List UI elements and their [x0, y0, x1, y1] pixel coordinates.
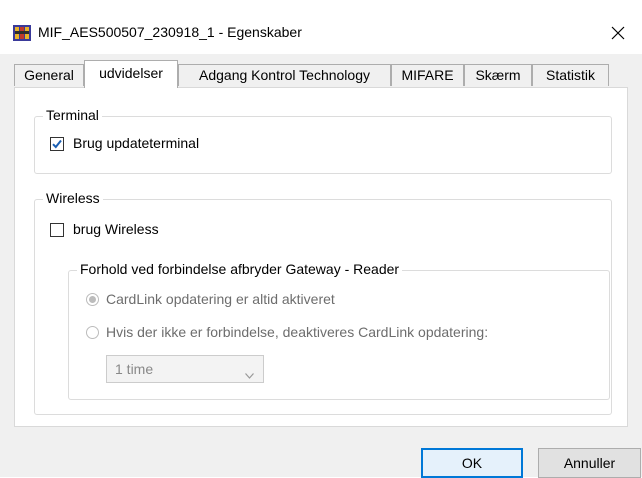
- use-wireless-checkbox[interactable]: [50, 223, 64, 237]
- app-icon: [13, 25, 31, 41]
- radio-always-active[interactable]: [86, 293, 99, 306]
- tab-mifare[interactable]: MIFARE: [391, 64, 464, 86]
- duration-select[interactable]: 1 time: [106, 355, 264, 383]
- wireless-group-label: Wireless: [43, 190, 103, 206]
- tab-adgang-kontrol-technology[interactable]: Adgang Kontrol Technology: [178, 64, 391, 86]
- terminal-group: Terminal Brug updateterminal: [34, 107, 612, 174]
- cancel-button[interactable]: Annuller: [538, 448, 641, 478]
- tab-udvidelser[interactable]: udvidelser: [84, 60, 178, 88]
- wireless-group: Wireless brug Wireless Forhold ved forbi…: [34, 190, 612, 415]
- properties-dialog: MIF_AES500507_230918_1 - Egenskaber Gene…: [0, 0, 642, 478]
- tab-skaerm[interactable]: Skærm: [464, 64, 532, 86]
- title-bar: MIF_AES500507_230918_1 - Egenskaber: [0, 0, 642, 54]
- radio-always-active-label: CardLink opdatering er altid aktiveret: [106, 291, 335, 307]
- ok-button[interactable]: OK: [421, 448, 523, 478]
- use-updateterminal-label: Brug updateterminal: [73, 135, 200, 151]
- connection-group-label: Forhold ved forbindelse afbryder Gateway…: [77, 261, 403, 277]
- tab-general[interactable]: General: [14, 64, 84, 86]
- chevron-down-icon: [245, 366, 254, 382]
- close-icon: [611, 26, 625, 40]
- connection-group: Forhold ved forbindelse afbryder Gateway…: [68, 261, 610, 400]
- duration-select-value: 1 time: [115, 361, 154, 377]
- radio-deactivate[interactable]: [86, 326, 99, 339]
- use-updateterminal-checkbox[interactable]: [50, 137, 64, 151]
- radio-selected-dot: [89, 296, 96, 303]
- close-button[interactable]: [600, 18, 636, 48]
- checkmark-icon: [52, 139, 62, 149]
- window-title: MIF_AES500507_230918_1 - Egenskaber: [38, 24, 302, 40]
- tab-statistik[interactable]: Statistik: [532, 64, 609, 86]
- terminal-group-label: Terminal: [43, 107, 102, 123]
- use-wireless-label: brug Wireless: [73, 221, 159, 237]
- radio-deactivate-label: Hvis der ikke er forbindelse, deaktivere…: [106, 324, 489, 340]
- tab-panel-udvidelser: Terminal Brug updateterminal Wireless br…: [14, 87, 628, 427]
